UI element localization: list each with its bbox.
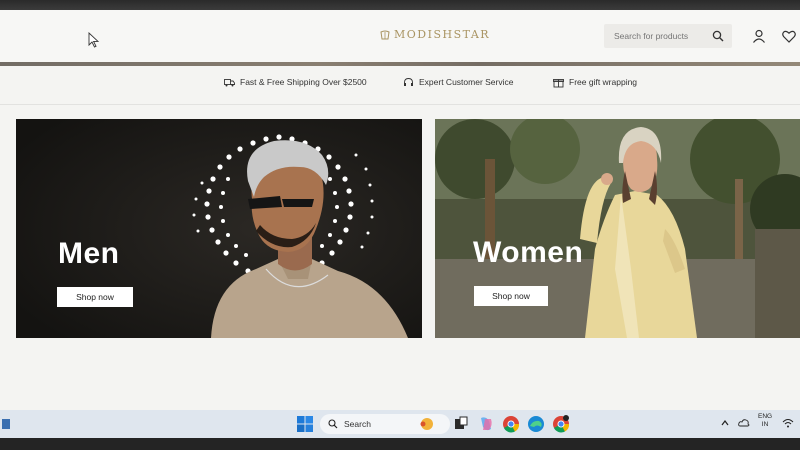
gift-icon bbox=[553, 78, 564, 87]
benefit-service: Expert Customer Service bbox=[403, 77, 513, 88]
taskbar-search-label: Search bbox=[344, 419, 371, 429]
chevron-up-icon[interactable] bbox=[720, 418, 730, 428]
mouse-cursor-icon bbox=[88, 32, 100, 48]
divider bbox=[0, 104, 800, 105]
search-icon bbox=[328, 419, 338, 429]
women-shop-now-button[interactable]: Shop now bbox=[474, 286, 548, 306]
benefits-bar: Fast & Free Shipping Over $2500 Expert C… bbox=[0, 70, 800, 94]
headset-icon bbox=[404, 77, 413, 86]
start-windows-icon[interactable] bbox=[296, 415, 314, 433]
language-code: ENG bbox=[758, 413, 773, 420]
copilot-icon[interactable] bbox=[477, 415, 495, 433]
chrome-icon[interactable] bbox=[502, 415, 520, 433]
benefit-label: Fast & Free Shipping Over $2500 bbox=[240, 77, 367, 87]
wifi-icon[interactable] bbox=[782, 418, 794, 428]
browser-viewport: MODISHSTAR Fast & Free Shipping Over $25 bbox=[0, 10, 800, 410]
women-title: Women bbox=[473, 236, 584, 269]
search-icon[interactable] bbox=[712, 30, 724, 42]
site-header: MODISHSTAR bbox=[0, 10, 800, 62]
taskbar-search[interactable]: Search bbox=[320, 414, 450, 434]
wishlist-heart-icon[interactable] bbox=[782, 30, 796, 43]
men-category-banner[interactable]: Men Shop now bbox=[16, 119, 422, 338]
monitor-bezel-top bbox=[0, 0, 800, 10]
search-input[interactable] bbox=[604, 31, 704, 41]
benefit-label: Expert Customer Service bbox=[419, 77, 514, 87]
widgets-icon[interactable] bbox=[2, 417, 12, 431]
site-logo[interactable]: MODISHSTAR bbox=[380, 28, 490, 41]
monitor-bezel-bottom bbox=[0, 438, 800, 450]
men-shop-now-button[interactable]: Shop now bbox=[57, 287, 133, 307]
language-indicator[interactable]: ENG IN bbox=[758, 413, 772, 429]
logo-mark-icon bbox=[380, 30, 390, 39]
onedrive-cloud-icon[interactable] bbox=[738, 418, 750, 428]
search-highlight-icon bbox=[420, 418, 433, 430]
men-title: Men bbox=[58, 237, 120, 270]
benefit-label: Free gift wrapping bbox=[569, 77, 638, 87]
account-icon[interactable] bbox=[752, 29, 766, 43]
delivery-truck-icon bbox=[224, 78, 235, 86]
chrome-profile-icon[interactable] bbox=[552, 415, 570, 433]
benefit-shipping: Fast & Free Shipping Over $2500 bbox=[224, 77, 367, 88]
edge-icon[interactable] bbox=[527, 415, 545, 433]
windows-taskbar: Search ENG IN bbox=[0, 410, 800, 438]
logo-text: MODISHSTAR bbox=[394, 28, 491, 41]
task-view-icon[interactable] bbox=[452, 415, 470, 433]
region-code: IN bbox=[761, 421, 769, 428]
benefit-gift: Free gift wrapping bbox=[553, 77, 637, 88]
hero-image-strip bbox=[0, 62, 800, 66]
women-category-banner[interactable]: Women Shop now bbox=[435, 119, 800, 338]
product-search[interactable] bbox=[604, 24, 732, 48]
